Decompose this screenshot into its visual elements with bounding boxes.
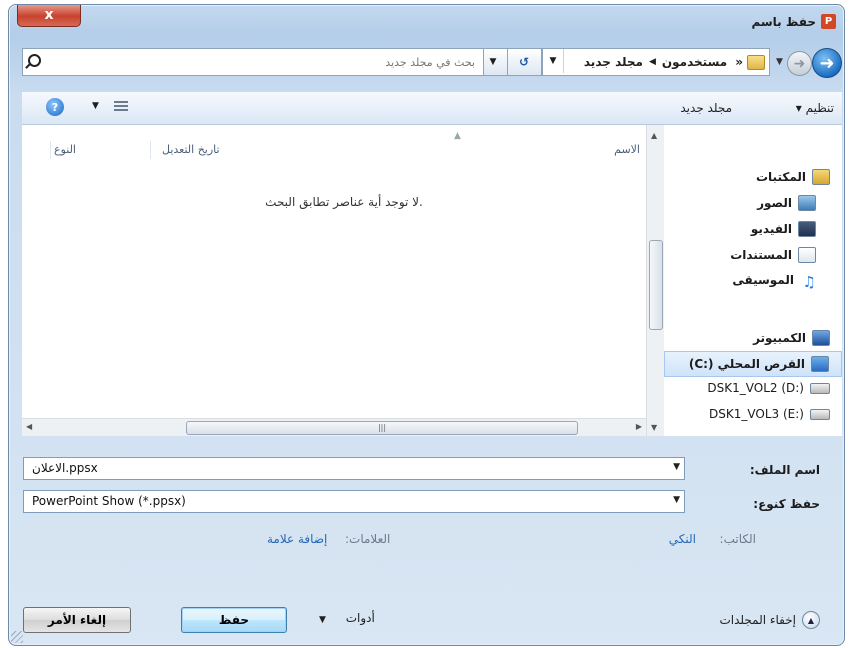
address-dropdown-icon[interactable]: ▼: [543, 49, 564, 73]
view-dropdown-icon[interactable]: ▼: [92, 101, 99, 111]
save-type-dropdown-icon[interactable]: ▼: [673, 495, 680, 505]
author-value[interactable]: النكي: [669, 532, 696, 546]
scroll-right-icon[interactable]: ▶: [636, 422, 642, 431]
column-type[interactable]: النوع: [54, 143, 76, 156]
nav-drive-e[interactable]: (:E) DSK1_VOL3: [709, 407, 830, 421]
save-type-select[interactable]: PowerPoint Show (*.ppsx) ▼: [23, 490, 685, 513]
author-label: الكاتب:: [719, 532, 756, 546]
nav-pictures-label: الصور: [757, 196, 792, 210]
nav-videos[interactable]: الفيديو: [751, 221, 816, 237]
powerpoint-icon: P: [821, 14, 836, 29]
nav-drive-e-label: (:E) DSK1_VOL3: [709, 407, 804, 421]
help-icon[interactable]: ?: [46, 98, 64, 116]
save-button[interactable]: حفظ: [181, 607, 287, 633]
music-icon: ♫: [802, 273, 816, 291]
tools-dropdown-icon: ▼: [319, 615, 326, 625]
empty-results-message: لا توجد أية عناصر تطابق البحث.: [265, 195, 423, 209]
cancel-button[interactable]: إلغاء الأمر: [23, 607, 131, 633]
save-as-dialog: x P حفظ باسم ➜ ➜ ▼ « مستخدمون ◀ مجلد جدي…: [8, 4, 845, 646]
file-name-value: الاعلان.ppsx: [32, 461, 98, 475]
drive-icon: [811, 356, 829, 372]
file-name-field[interactable]: الاعلان.ppsx ▼: [23, 457, 685, 480]
forward-arrow-icon[interactable]: ➜: [787, 51, 812, 76]
column-name[interactable]: الاسم: [614, 143, 640, 156]
breadcrumb-overflow[interactable]: «: [735, 55, 743, 69]
search-icon[interactable]: [28, 54, 41, 67]
back-arrow-icon[interactable]: ➜: [812, 48, 842, 78]
search-box[interactable]: [22, 48, 484, 76]
file-name-dropdown-icon[interactable]: ▼: [673, 462, 680, 472]
tags-value[interactable]: إضافة علامة: [267, 532, 327, 546]
nav-libraries-label: المكتبات: [755, 170, 806, 184]
nav-documents-label: المستندات: [730, 248, 792, 262]
title-bar: x P حفظ باسم: [9, 5, 844, 37]
command-bar: تنظيم ▾ مجلد جديد ▼ ?: [22, 92, 842, 125]
breadcrumb-new-folder[interactable]: مجلد جديد: [584, 55, 643, 69]
save-type-label: حفظ كنوع:: [753, 497, 820, 511]
search-input[interactable]: [49, 52, 477, 72]
horizontal-scrollbar[interactable]: ◀ ||| ▶: [22, 418, 646, 436]
recent-pages-dropdown-icon[interactable]: ▼: [776, 57, 786, 67]
chevron-up-icon: ▲: [802, 611, 820, 629]
chevron-left-icon[interactable]: ◀: [649, 57, 656, 67]
nav-videos-label: الفيديو: [750, 222, 792, 236]
hard-drive-icon: [810, 408, 830, 420]
scroll-down-icon[interactable]: ▼: [651, 423, 657, 432]
column-date-modified[interactable]: تاريخ التعديل: [162, 143, 220, 156]
refresh-icon[interactable]: ↺: [506, 48, 542, 76]
navigation-pane: المكتبات الصور الفيديو المستندات ♫ الموس…: [664, 125, 842, 436]
address-row: ➜ ➜ ▼ « مستخدمون ◀ مجلد جديد ▼ ↺ ▼: [9, 47, 844, 79]
nav-drive-d-label: (:D) DSK1_VOL2: [707, 381, 804, 395]
video-icon: [798, 221, 816, 237]
documents-icon: [798, 247, 816, 263]
sort-caret-icon: ▲: [454, 131, 461, 141]
breadcrumb-users[interactable]: مستخدمون: [662, 55, 727, 69]
computer-icon: [812, 330, 830, 346]
window-title: حفظ باسم: [751, 15, 816, 29]
pictures-icon: [798, 195, 816, 211]
tools-menu[interactable]: أدوات ▼: [319, 611, 375, 625]
nav-local-disk-label: القرص المحلي (:C): [688, 357, 805, 371]
scroll-thumb[interactable]: |||: [186, 421, 578, 435]
nav-local-disk[interactable]: القرص المحلي (:C): [664, 351, 842, 377]
scroll-up-icon[interactable]: ▲: [651, 131, 657, 140]
browser-pane: المكتبات الصور الفيديو المستندات ♫ الموس…: [22, 125, 842, 436]
new-folder-button[interactable]: مجلد جديد: [680, 101, 732, 115]
file-list: ▲ الاسم تاريخ التعديل النوع لا توجد أية …: [22, 125, 646, 436]
nav-libraries[interactable]: المكتبات: [756, 169, 830, 185]
folder-icon: [747, 54, 765, 70]
tools-label: أدوات: [345, 611, 375, 625]
nav-music[interactable]: ♫ الموسيقى: [732, 273, 816, 291]
nav-documents[interactable]: المستندات: [730, 247, 816, 263]
view-options-icon[interactable]: [114, 101, 128, 113]
scroll-thumb[interactable]: [649, 240, 663, 330]
close-button[interactable]: x: [17, 5, 81, 27]
hide-folders-label: إخفاء المجلدات: [719, 613, 796, 627]
save-type-value: PowerPoint Show (*.ppsx): [32, 494, 186, 508]
vertical-scrollbar[interactable]: ▲ ▼: [646, 125, 664, 436]
hide-folders-button[interactable]: ▲ إخفاء المجلدات: [719, 611, 820, 629]
scroll-left-icon[interactable]: ◀: [26, 422, 32, 431]
address-bar[interactable]: « مستخدمون ◀ مجلد جديد ▼: [542, 48, 770, 76]
hard-drive-icon: [810, 382, 830, 394]
nav-music-label: الموسيقى: [732, 273, 794, 287]
resize-grip-icon[interactable]: [11, 631, 23, 643]
column-separator: [150, 141, 151, 159]
file-name-label: اسم الملف:: [749, 463, 820, 477]
tags-label: العلامات:: [345, 532, 391, 546]
nav-computer-label: الكمبيوتر: [753, 331, 806, 345]
nav-drive-d[interactable]: (:D) DSK1_VOL2: [707, 381, 830, 395]
libraries-icon: [812, 169, 830, 185]
column-separator: [50, 141, 51, 159]
organize-menu[interactable]: تنظيم ▾: [796, 101, 834, 115]
nav-computer[interactable]: الكمبيوتر: [753, 330, 830, 346]
nav-pictures[interactable]: الصور: [757, 195, 816, 211]
